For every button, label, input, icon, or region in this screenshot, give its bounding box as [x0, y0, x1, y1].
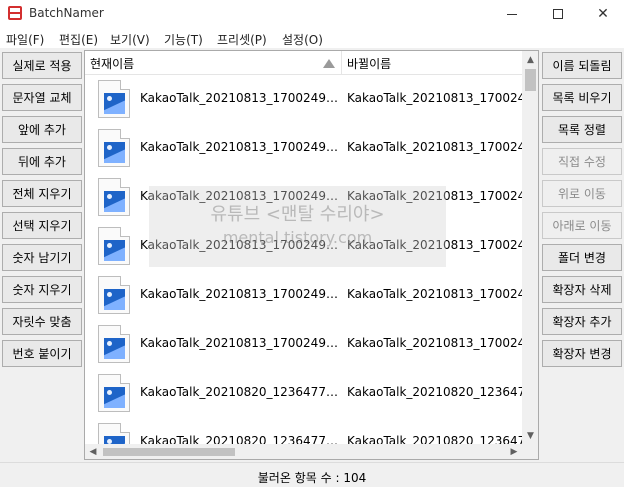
table-row[interactable]: KakaoTalk_20210813_17002495… KakaoTalk_2…: [85, 124, 522, 173]
window-title: BatchNamer: [29, 6, 104, 20]
new-name-cell: KakaoTalk_20210813_1700249: [347, 238, 522, 252]
table-row[interactable]: KakaoTalk_20210813_17002495… KakaoTalk_2…: [85, 320, 522, 369]
image-file-icon: [98, 80, 130, 118]
current-name-cell: KakaoTalk_20210813_17002495…: [140, 91, 338, 105]
table-row[interactable]: KakaoTalk_20210813_17002495… KakaoTalk_2…: [85, 173, 522, 222]
list-header: 현재이름 바뀔이름: [85, 51, 522, 75]
scroll-left-icon[interactable]: ◀: [85, 444, 101, 459]
change-folder-button[interactable]: 폴더 변경: [542, 244, 622, 271]
append-button[interactable]: 뒤에 추가: [2, 148, 82, 175]
change-extension-button[interactable]: 확장자 변경: [542, 340, 622, 367]
image-file-icon: [98, 423, 130, 445]
menu-settings[interactable]: 설정(O): [282, 31, 323, 48]
table-row[interactable]: KakaoTalk_20210820_12364779… KakaoTalk_2…: [85, 418, 522, 445]
table-row[interactable]: KakaoTalk_20210813_17002495… KakaoTalk_2…: [85, 75, 522, 124]
keep-numbers-button[interactable]: 숫자 남기기: [2, 244, 82, 271]
current-name-cell: KakaoTalk_20210813_17002495…: [140, 336, 338, 350]
loaded-items-count: 불러온 항목 수 : 104: [0, 469, 624, 486]
new-name-cell: KakaoTalk_20210820_1236477: [347, 385, 522, 399]
vertical-scrollbar[interactable]: ▲ ▼: [522, 51, 538, 444]
move-up-button[interactable]: 위로 이동: [542, 180, 622, 207]
pad-digits-button[interactable]: 자릿수 맞춤: [2, 308, 82, 335]
minimize-button[interactable]: [489, 0, 535, 28]
minimize-icon: [507, 13, 517, 15]
maximize-icon: [553, 9, 563, 19]
table-row[interactable]: KakaoTalk_20210820_12364779… KakaoTalk_2…: [85, 369, 522, 418]
image-file-icon: [98, 227, 130, 265]
menu-file[interactable]: 파일(F): [6, 31, 44, 48]
scrollbar-corner: [522, 444, 538, 459]
sort-list-button[interactable]: 목록 정렬: [542, 116, 622, 143]
new-name-cell: KakaoTalk_20210813_1700249: [347, 336, 522, 350]
horizontal-scrollbar[interactable]: ◀ ▶: [85, 444, 522, 459]
move-down-button[interactable]: 아래로 이동: [542, 212, 622, 239]
scroll-down-icon[interactable]: ▼: [522, 427, 538, 444]
status-count: 104: [343, 471, 367, 485]
table-row[interactable]: KakaoTalk_20210813_17002495… KakaoTalk_2…: [85, 222, 522, 271]
clear-list-button[interactable]: 목록 비우기: [542, 84, 622, 111]
menu-view[interactable]: 보기(V): [110, 31, 150, 48]
close-button[interactable]: ✕: [580, 0, 624, 28]
column-header-new-name[interactable]: 바뀔이름: [347, 55, 391, 72]
menu-bar: 파일(F) 편집(E) 보기(V) 기능(T) 프리셋(P) 설정(O): [0, 28, 624, 48]
scroll-up-icon[interactable]: ▲: [522, 51, 538, 68]
batchnamer-app-icon: [8, 6, 22, 20]
menu-function[interactable]: 기능(T): [164, 31, 203, 48]
image-file-icon: [98, 374, 130, 412]
image-file-icon: [98, 178, 130, 216]
remove-extension-button[interactable]: 확장자 삭제: [542, 276, 622, 303]
menu-edit[interactable]: 편집(E): [59, 31, 98, 48]
apply-button[interactable]: 실제로 적용: [2, 52, 82, 79]
file-list-view[interactable]: 현재이름 바뀔이름 KakaoTalk_20210813_17002495… K…: [84, 50, 539, 460]
list-rows: KakaoTalk_20210813_17002495… KakaoTalk_2…: [85, 75, 522, 445]
scroll-right-icon[interactable]: ▶: [506, 444, 522, 459]
current-name-cell: KakaoTalk_20210820_12364779…: [140, 385, 338, 399]
status-bar: 불러온 항목 수 : 104: [0, 462, 624, 487]
remove-numbers-button[interactable]: 숫자 지우기: [2, 276, 82, 303]
image-file-icon: [98, 276, 130, 314]
column-divider[interactable]: [341, 51, 342, 75]
image-file-icon: [98, 129, 130, 167]
add-extension-button[interactable]: 확장자 추가: [542, 308, 622, 335]
status-label: 불러온 항목 수 :: [257, 471, 340, 485]
revert-names-button[interactable]: 이름 되돌림: [542, 52, 622, 79]
new-name-cell: KakaoTalk_20210813_1700249: [347, 140, 522, 154]
clear-selection-button[interactable]: 선택 지우기: [2, 212, 82, 239]
table-row[interactable]: KakaoTalk_20210813_17002495… KakaoTalk_2…: [85, 271, 522, 320]
close-icon: ✕: [597, 6, 609, 22]
current-name-cell: KakaoTalk_20210813_17002495…: [140, 140, 338, 154]
horizontal-scroll-thumb[interactable]: [103, 448, 235, 456]
menu-preset[interactable]: 프리셋(P): [217, 31, 267, 48]
maximize-button[interactable]: [535, 0, 581, 28]
prepend-button[interactable]: 앞에 추가: [2, 116, 82, 143]
vertical-scroll-thumb[interactable]: [525, 69, 536, 91]
image-file-icon: [98, 325, 130, 363]
column-header-current-name[interactable]: 현재이름: [90, 55, 134, 72]
clear-all-button[interactable]: 전체 지우기: [2, 180, 82, 207]
title-bar: BatchNamer ✕: [0, 0, 624, 28]
current-name-cell: KakaoTalk_20210813_17002495…: [140, 287, 338, 301]
add-numbering-button[interactable]: 번호 붙이기: [2, 340, 82, 367]
replace-string-button[interactable]: 문자열 교체: [2, 84, 82, 111]
current-name-cell: KakaoTalk_20210813_17002495…: [140, 238, 338, 252]
edit-directly-button[interactable]: 직접 수정: [542, 148, 622, 175]
new-name-cell: KakaoTalk_20210813_1700249: [347, 189, 522, 203]
new-name-cell: KakaoTalk_20210813_1700249: [347, 287, 522, 301]
sort-ascending-icon: [323, 59, 335, 68]
new-name-cell: KakaoTalk_20210813_1700249: [347, 91, 522, 105]
current-name-cell: KakaoTalk_20210813_17002495…: [140, 189, 338, 203]
